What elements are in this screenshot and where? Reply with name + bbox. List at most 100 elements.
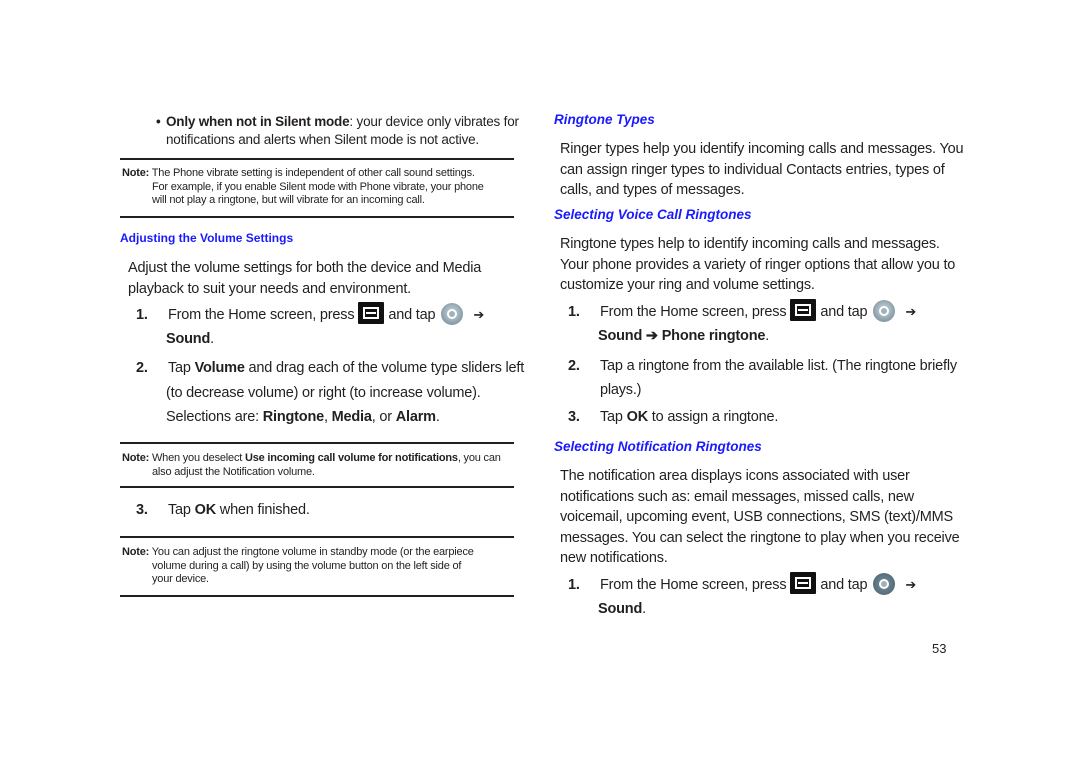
- note-divider-top: [120, 536, 514, 538]
- paragraph-line: Ringer types help you identify incoming …: [560, 141, 964, 157]
- step-text: Tap: [600, 409, 627, 425]
- step-text: From the Home screen, press: [168, 307, 355, 323]
- step-1: 1. From the Home screen, press and tap ➔ So…: [136, 302, 484, 351]
- voice-call-paragraph: Ringtone types help to identify incoming…: [560, 234, 955, 296]
- step-text: Tap: [168, 502, 195, 518]
- note-bold: Use incoming call volume for notificatio…: [244, 452, 458, 464]
- voice-step-2: 2. Tap a ringtone from the available list…: [568, 354, 957, 402]
- menu-target: Sound: [598, 601, 643, 617]
- note-text: volume during a call) by using the volum…: [152, 559, 462, 572]
- note-text: , you can: [457, 452, 501, 464]
- paragraph-line: calls, and types of messages.: [560, 182, 745, 198]
- option-ringtone: Ringtone: [262, 409, 324, 425]
- intro-paragraph: Adjust the volume settings for both the …: [128, 258, 481, 299]
- bullet-bold: Only when not in Silent mode: [166, 114, 350, 129]
- silent-mode-bullet: • Only when not in Silent mode: your dev…: [156, 113, 519, 149]
- note-divider-bottom: [120, 486, 514, 488]
- step-text: From the Home screen, press: [600, 577, 787, 593]
- step-text: Tap: [168, 360, 195, 376]
- note-text: You can adjust the ringtone volume in st…: [151, 546, 474, 558]
- paragraph-line: Ringtone types help to identify incoming…: [560, 236, 940, 252]
- step-text: Selections are:: [166, 409, 263, 425]
- bullet-icon: •: [156, 114, 161, 129]
- notification-paragraph: The notification area displays icons ass…: [560, 466, 960, 569]
- bullet-text-line2: notifications and alerts when Silent mod…: [166, 132, 479, 147]
- voice-step-3: 3. Tap OK to assign a ringtone.: [568, 407, 778, 428]
- punctuation: .: [435, 409, 440, 425]
- menu-target: Sound ➔ Phone ringtone: [598, 328, 766, 344]
- notification-step-1: 1. From the Home screen, press and tap ➔ So…: [568, 572, 916, 621]
- step-text: Tap a ringtone from the available list. …: [600, 358, 957, 374]
- arrow-icon: ➔: [905, 577, 917, 592]
- punctuation: , or: [371, 409, 396, 425]
- bullet-text: : your device only vibrates for: [349, 114, 519, 129]
- heading-notification-ringtones: Selecting Notification Ringtones: [554, 439, 762, 454]
- step-text: plays.): [600, 382, 642, 398]
- voice-step-1: 1. From the Home screen, press and tap ➔ So…: [568, 299, 916, 348]
- intro-line: playback to suit your needs and environm…: [128, 280, 411, 297]
- note-notification-volume: Note: When you deselect Use incoming cal…: [122, 452, 501, 479]
- note-divider-top: [120, 442, 514, 444]
- paragraph-line: new notifications.: [560, 550, 668, 566]
- step-text: From the Home screen, press: [600, 304, 787, 320]
- paragraph-line: The notification area displays icons ass…: [560, 468, 910, 484]
- step-3: 3. Tap OK when finished.: [136, 500, 310, 521]
- step-text: (to decrease volume) or right (to increa…: [166, 384, 481, 401]
- note-text: The Phone vibrate setting is independent…: [151, 167, 475, 179]
- step-number: 1.: [568, 304, 580, 320]
- note-divider-bottom: [120, 595, 514, 597]
- step-text: when finished.: [215, 502, 310, 518]
- step-number: 3.: [136, 502, 148, 518]
- note-text: For example, if you enable Silent mode w…: [152, 180, 484, 193]
- menu-key-icon: [358, 302, 385, 324]
- settings-icon: [873, 300, 896, 322]
- note-label: Note:: [122, 452, 150, 464]
- punctuation: ,: [323, 409, 332, 425]
- punctuation: .: [765, 328, 770, 344]
- note-divider-top: [120, 158, 514, 160]
- note-text: will not play a ringtone, but will vibra…: [152, 194, 425, 206]
- step-number: 1.: [568, 577, 580, 593]
- heading-voice-call-ringtones: Selecting Voice Call Ringtones: [554, 207, 752, 222]
- step-text: and tap: [388, 307, 436, 323]
- step-text: to assign a ringtone.: [647, 409, 779, 425]
- step-2: 2. Tap Volume and drag each of the volume…: [136, 356, 524, 430]
- option-alarm: Alarm: [395, 409, 436, 425]
- menu-key-icon: [790, 572, 817, 594]
- step-number: 2.: [136, 360, 148, 376]
- step-text: and drag each of the volume type sliders…: [244, 360, 525, 376]
- punctuation: .: [210, 331, 214, 347]
- step-number: 3.: [568, 409, 580, 425]
- ringtone-types-paragraph: Ringer types help you identify incoming …: [560, 139, 964, 201]
- settings-icon: [873, 573, 896, 595]
- paragraph-line: messages. You can select the ringtone to…: [560, 529, 960, 546]
- menu-key-icon: [790, 299, 817, 321]
- paragraph-line: can assign ringer types to individual Co…: [560, 161, 945, 178]
- arrow-icon: ➔: [473, 307, 485, 322]
- page-number: 53: [932, 641, 947, 656]
- step-bold: OK: [626, 409, 649, 425]
- arrow-icon: ➔: [905, 304, 917, 319]
- note-label: Note:: [122, 167, 150, 179]
- paragraph-line: Your phone provides a variety of ringer …: [560, 256, 956, 273]
- step-number: 2.: [568, 358, 580, 374]
- note-text: your device.: [152, 573, 209, 585]
- paragraph-line: voicemail, upcoming event, USB connectio…: [560, 509, 953, 525]
- paragraph-line: notifications such as: email messages, m…: [560, 488, 914, 505]
- step-text: and tap: [820, 304, 868, 320]
- note-text: also adjust the Notification volume.: [152, 465, 315, 478]
- punctuation: .: [642, 601, 646, 617]
- intro-line: Adjust the volume settings for both the …: [128, 260, 482, 276]
- step-number: 1.: [136, 307, 148, 323]
- menu-target: Sound: [166, 331, 211, 347]
- note-divider-bottom: [120, 216, 514, 218]
- step-bold: Volume: [194, 360, 245, 376]
- step-bold: OK: [194, 502, 217, 518]
- paragraph-line: customize your ring and volume settings.: [560, 277, 815, 293]
- note-vibrate: Note: The Phone vibrate setting is indep…: [122, 167, 484, 208]
- section-heading: Adjusting the Volume Settings: [120, 231, 294, 245]
- settings-icon: [441, 303, 464, 325]
- heading-ringtone-types: Ringtone Types: [554, 112, 655, 127]
- note-label: Note:: [122, 546, 150, 558]
- step-text: and tap: [820, 577, 868, 593]
